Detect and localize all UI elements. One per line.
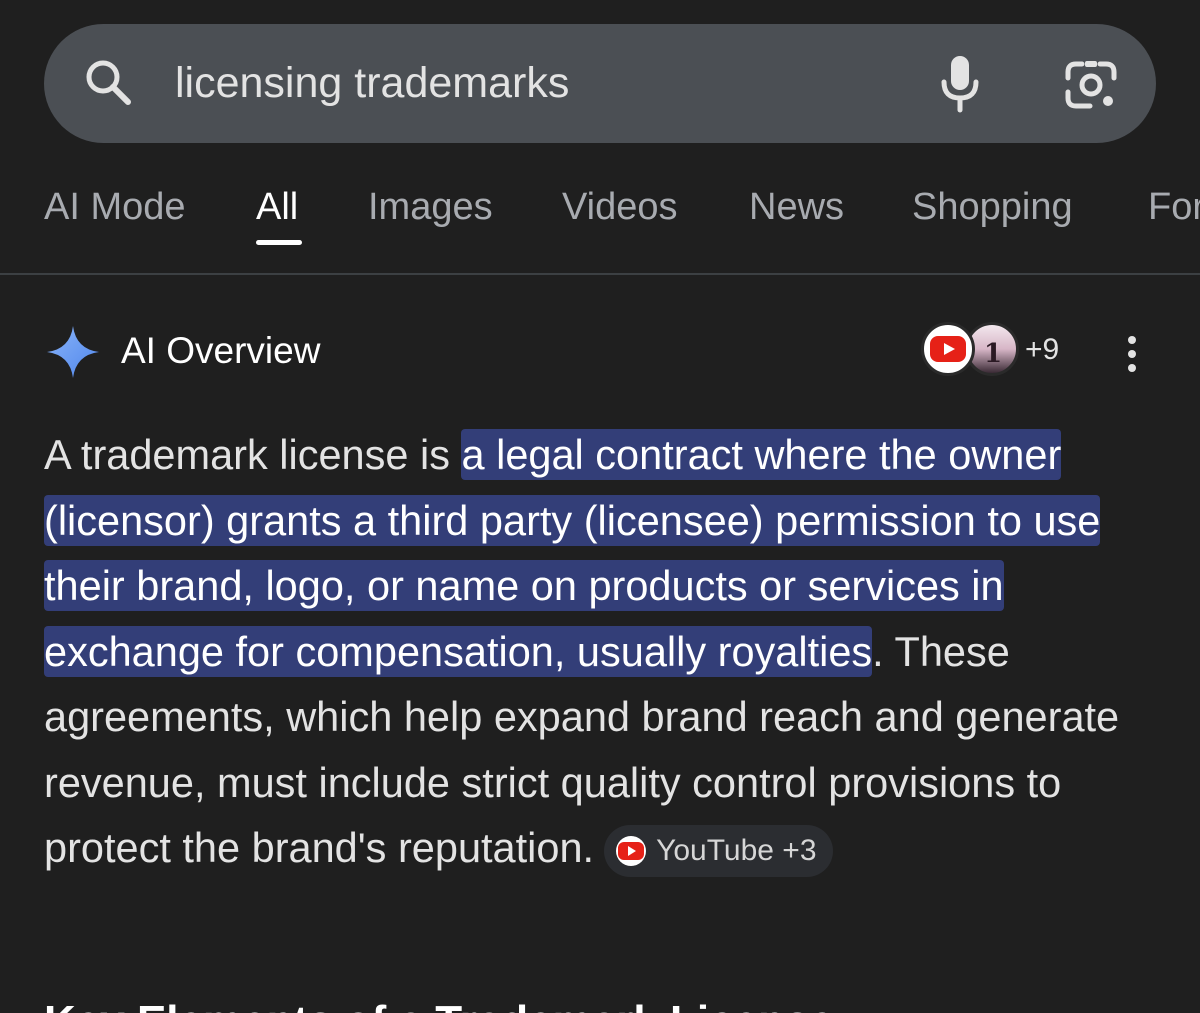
youtube-source-avatar[interactable] <box>921 322 975 376</box>
source-count[interactable]: +9 <box>1025 332 1059 368</box>
search-icon[interactable] <box>82 56 136 110</box>
google-lens-icon[interactable] <box>1062 58 1120 112</box>
ai-overview-text: A trademark license is a legal contract … <box>44 422 1174 881</box>
tab-forums[interactable]: Forums <box>1148 184 1200 230</box>
source-avatars[interactable]: 1 <box>921 322 1021 380</box>
tab-ai-mode[interactable]: AI Mode <box>44 184 186 230</box>
source-chip[interactable]: YouTube +3 <box>604 825 833 877</box>
microphone-icon[interactable] <box>936 54 984 114</box>
overview-intro: A trademark license is <box>44 431 462 478</box>
search-results-page: licensing trademarks AI Mode All Images … <box>0 0 1200 1013</box>
tabs-divider <box>0 273 1200 275</box>
youtube-icon <box>616 836 647 866</box>
tab-active-indicator <box>256 240 302 245</box>
tab-all[interactable]: All <box>256 184 298 230</box>
search-tabs: AI Mode All Images Videos News Shopping … <box>0 170 1200 274</box>
youtube-icon <box>930 336 966 362</box>
search-input[interactable]: licensing trademarks <box>175 55 569 111</box>
ai-sparkle-icon <box>47 326 99 378</box>
more-vertical-icon[interactable] <box>1120 334 1144 374</box>
ai-overview-title: AI Overview <box>121 330 321 371</box>
tab-news[interactable]: News <box>749 184 844 230</box>
tab-images[interactable]: Images <box>368 184 493 230</box>
tab-shopping[interactable]: Shopping <box>912 184 1073 230</box>
section-heading: Key Elements of a Trademark License <box>44 994 834 1013</box>
source-chip-label: YouTube +3 <box>656 834 817 867</box>
tab-videos[interactable]: Videos <box>562 184 678 230</box>
source-thumbnail-glyph: 1 <box>984 339 1003 369</box>
